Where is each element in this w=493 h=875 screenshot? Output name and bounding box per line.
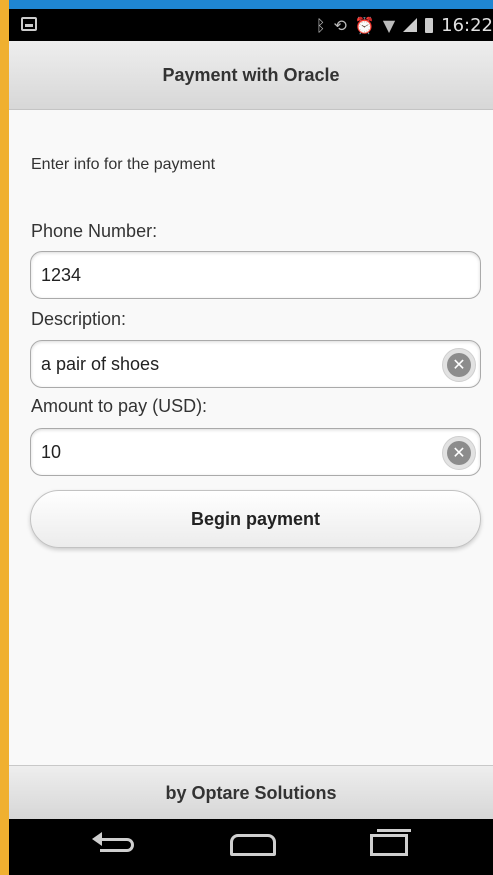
description-label: Description:	[31, 309, 127, 329]
home-button[interactable]	[223, 825, 283, 865]
clear-icon: ✕	[447, 353, 471, 377]
back-button[interactable]	[87, 825, 147, 865]
bluetooth-icon: ᛒ	[315, 15, 326, 35]
navigation-bar	[9, 819, 493, 875]
amount-label: Amount to pay (USD):	[31, 396, 208, 416]
clear-description-button[interactable]: ✕	[442, 348, 476, 382]
signal-icon	[403, 18, 418, 32]
page-header: Payment with Oracle	[9, 41, 493, 110]
begin-payment-button[interactable]: Begin payment	[30, 490, 481, 548]
status-icons: ᛒ ⟲ ⏰ ▼ 16:22	[316, 13, 493, 37]
description-value: a pair of shoes	[41, 354, 160, 374]
page-title: Payment with Oracle	[162, 64, 340, 85]
recent-apps-icon	[370, 829, 411, 856]
status-bar: ᛒ ⟲ ⏰ ▼ 16:22	[9, 9, 493, 41]
window-frame-top	[0, 0, 493, 9]
recent-apps-button[interactable]	[359, 825, 419, 865]
home-icon	[230, 834, 276, 856]
clear-amount-button[interactable]: ✕	[442, 436, 476, 470]
status-time: 16:22	[441, 14, 493, 36]
alarm-icon: ⏰	[354, 15, 375, 35]
description-field[interactable]: a pair of shoes ✕	[30, 340, 481, 388]
wifi-icon: ▼	[382, 15, 396, 35]
phone-field[interactable]: 1234	[30, 251, 481, 299]
phone-value: 1234	[41, 265, 82, 285]
phone-screen: ᛒ ⟲ ⏰ ▼ 16:22 Payment with Oracle Enter …	[9, 9, 493, 875]
notification-icon	[21, 17, 37, 31]
footer-text: by Optare Solutions	[165, 782, 337, 803]
window-frame-left	[0, 0, 9, 875]
clear-icon: ✕	[447, 441, 471, 465]
rotate-icon: ⟲	[333, 15, 347, 35]
phone-label: Phone Number:	[31, 221, 158, 241]
amount-value: 10	[41, 442, 62, 462]
page-footer: by Optare Solutions	[9, 765, 493, 820]
amount-field[interactable]: 10 ✕	[30, 428, 481, 476]
back-icon	[92, 832, 134, 852]
battery-icon	[425, 17, 434, 33]
app-page: Payment with Oracle Enter info for the p…	[9, 41, 493, 820]
form-intro: Enter info for the payment	[31, 156, 216, 173]
